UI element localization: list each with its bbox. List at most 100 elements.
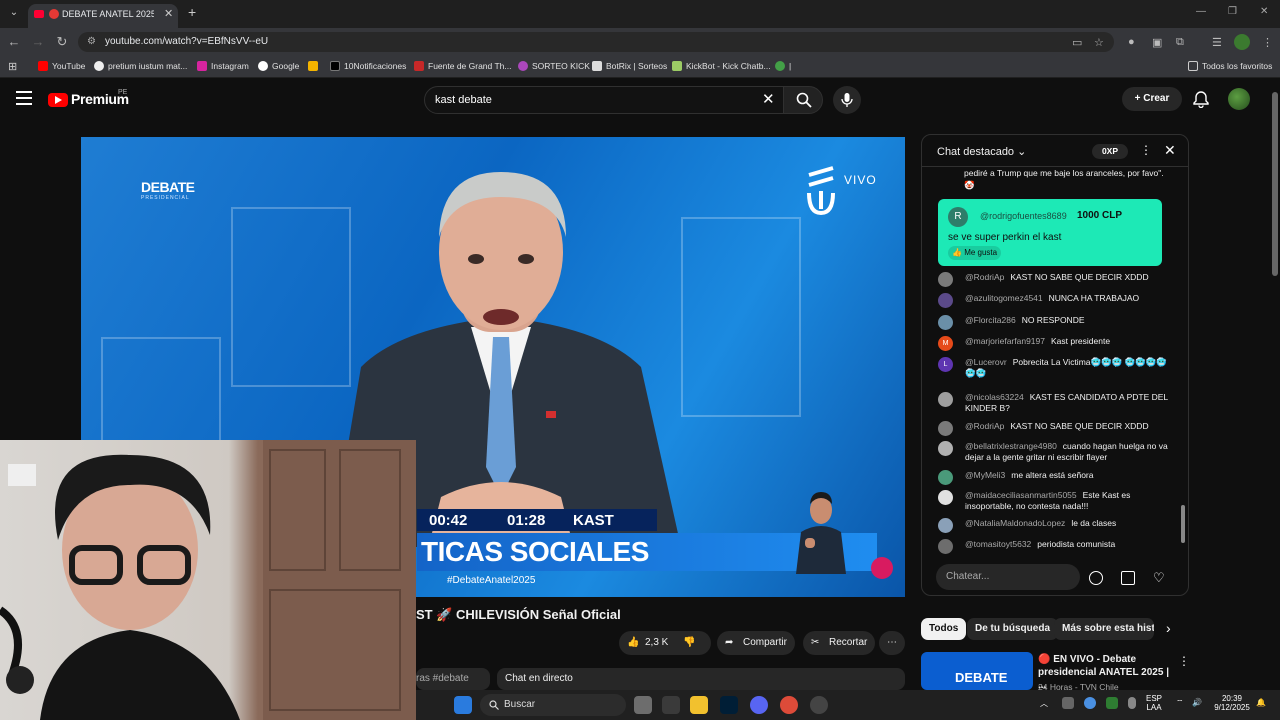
extension-2-icon[interactable]: ▣ <box>1152 36 1162 49</box>
youtube-logo-icon[interactable] <box>48 93 68 107</box>
tray-app-3-icon[interactable] <box>1106 697 1118 709</box>
chat-scrollbar[interactable] <box>1180 171 1186 555</box>
clock[interactable]: 20:39 9/12/2025 <box>1212 694 1252 712</box>
profile-avatar[interactable] <box>1234 34 1250 50</box>
bookmark-10notificaciones[interactable]: 10Notificaciones <box>330 61 406 71</box>
chat-author[interactable]: @azulitogomez4541 <box>965 293 1043 303</box>
more-actions-icon[interactable]: ⋯ <box>879 631 905 655</box>
bookmark-pinwheel[interactable] <box>308 61 322 71</box>
tab-search-icon[interactable]: ⌄ <box>6 5 22 21</box>
chip-mas-sobre[interactable]: Más sobre esta histo <box>1054 618 1154 640</box>
chat-author[interactable]: @MyMeli3 <box>965 470 1005 480</box>
chat-message[interactable]: @NataliaMaldonadoLopez le da clases <box>938 518 1173 533</box>
chat-message[interactable]: L @Lucerovr Pobrecita La Victima🥶🥶🥶 🥶🥶🥶🥶🥶🥶 <box>938 357 1173 379</box>
like-icon[interactable]: 👍 <box>627 631 639 655</box>
window-close-icon[interactable]: ✕ <box>1260 6 1268 17</box>
bookmark-10[interactable]: | <box>775 61 791 71</box>
language-indicator[interactable]: ESP LAA <box>1146 694 1162 712</box>
chat-message[interactable]: @Florcita286 NO RESPONDE <box>938 315 1173 330</box>
back-icon[interactable]: ← <box>6 34 22 49</box>
chat-message[interactable]: M @marjoriefarfan9197 Kast presidente <box>938 336 1173 351</box>
taskbar-search[interactable]: Buscar <box>480 694 626 716</box>
chat-message[interactable]: @nicolas63224 KAST ES CANDIDATO A PDTE DE… <box>938 392 1173 414</box>
chat-author[interactable]: @maidaceciliasanmartin5055 <box>965 490 1077 500</box>
create-button[interactable]: + Crear <box>1122 87 1182 111</box>
volume-icon[interactable]: 🔊 <box>1192 698 1202 707</box>
xp-badge[interactable]: 0XP <box>1092 144 1128 159</box>
maximize-icon[interactable]: ❐ <box>1228 6 1237 17</box>
super-chat-card[interactable]: R @rodrigofuentes8689 1000 CLP se ve sup… <box>938 199 1162 266</box>
chat-input[interactable]: Chatear... <box>936 564 1080 590</box>
search-input[interactable]: kast debate <box>424 86 784 114</box>
chat-author[interactable]: @RodriAp <box>965 272 1004 282</box>
tray-mic-icon[interactable] <box>1128 697 1136 709</box>
chat-author[interactable]: @bellatrixlestrange4980 <box>965 441 1057 451</box>
chip-todos[interactable]: Todos <box>921 618 967 640</box>
apps-grid-icon[interactable]: ⊞ <box>8 60 17 73</box>
tab-close-icon[interactable]: ✕ <box>164 7 173 20</box>
all-bookmarks-folder[interactable]: Todos los favoritos <box>1188 61 1272 71</box>
share-button[interactable]: ➦ Compartir <box>717 631 795 655</box>
chat-author[interactable]: @Florcita286 <box>965 315 1016 325</box>
chevron-right-icon[interactable]: › <box>1166 620 1171 636</box>
live-chat-replay-bar[interactable]: Chat en directo <box>497 668 905 690</box>
super-chat-icon[interactable] <box>1121 571 1135 585</box>
bookmark-pretium[interactable]: pretium iustum mat... <box>94 61 187 71</box>
chat-author[interactable]: @Lucerovr <box>965 357 1007 367</box>
extensions-puzzle-icon[interactable]: ⧉ <box>1176 36 1184 49</box>
task-view-icon[interactable] <box>634 696 652 714</box>
chrome-menu-icon[interactable]: ⋮ <box>1262 36 1273 49</box>
dislike-icon[interactable]: 👎 <box>683 631 695 655</box>
chat-message[interactable]: @RodriAp KAST NO SABE QUE DECIR XDDD <box>938 272 1173 287</box>
bookmark-youtube[interactable]: YouTube <box>38 61 85 71</box>
tray-chevron-icon[interactable]: ︿ <box>1040 698 1048 709</box>
extension-icon[interactable]: ● <box>1128 36 1135 48</box>
wifi-icon[interactable]: ⌔ <box>1176 698 1184 708</box>
chat-message[interactable]: @MyMeli3 me altera está señora <box>938 470 1173 485</box>
chat-author[interactable]: @NataliaMaldonadoLopez <box>965 518 1065 528</box>
taskbar-app-icon[interactable] <box>662 696 680 714</box>
clip-button[interactable]: ✂ Recortar <box>803 631 875 655</box>
search-button[interactable] <box>783 86 823 114</box>
bookmark-botrix[interactable]: BotRix | Sorteos <box>592 61 667 71</box>
tray-app-icon[interactable] <box>1062 697 1074 709</box>
address-bar[interactable]: ⚙ youtube.com/watch?v=EBfNsVV--eU <box>78 32 1114 52</box>
chat-author[interactable]: @tomasitoyt5632 <box>965 539 1031 549</box>
chat-message[interactable]: @RodriAp KAST NO SABE QUE DECIR XDDD <box>938 421 1173 436</box>
new-tab-icon[interactable]: + <box>188 4 196 20</box>
bookmark-kickbot[interactable]: KickBot - Kick Chatb... <box>672 61 771 71</box>
menu-icon[interactable] <box>16 91 32 105</box>
bookmark-instagram[interactable]: Instagram <box>197 61 249 71</box>
recommendation-thumbnail[interactable]: DEBATE <box>921 652 1033 690</box>
super-chat-like-button[interactable]: 👍 Me gusta <box>948 246 1002 260</box>
chat-close-icon[interactable]: ✕ <box>1164 142 1176 159</box>
chat-message[interactable]: @tomasitoyt5632 periodista comunista <box>938 539 1173 554</box>
account-avatar[interactable] <box>1228 88 1250 110</box>
voice-search-button[interactable] <box>833 86 861 114</box>
forward-icon[interactable]: → <box>30 34 46 49</box>
reload-icon[interactable]: ↻ <box>54 34 70 50</box>
photoshop-icon[interactable] <box>720 696 738 714</box>
chat-more-icon[interactable]: ⋮ <box>1140 143 1152 157</box>
chip-de-tu-busqueda[interactable]: De tu búsqueda <box>967 618 1059 640</box>
chat-message[interactable]: @azulitogomez4541 NUNCA HA TRABAJAO <box>938 293 1173 308</box>
description-tags[interactable]: ras #debate <box>416 668 490 690</box>
bookmark-star-icon[interactable]: ☆ <box>1094 36 1104 49</box>
chat-author[interactable]: @marjoriefarfan9197 <box>965 336 1045 346</box>
like-count[interactable]: 2,3 K <box>645 631 668 655</box>
chat-author[interactable]: @RodriAp <box>965 421 1004 431</box>
cast-icon[interactable]: ▭ <box>1072 36 1082 49</box>
tray-app-2-icon[interactable] <box>1084 697 1096 709</box>
chrome-icon[interactable] <box>780 696 798 714</box>
search-clear-icon[interactable]: ✕ <box>762 90 775 108</box>
chat-message[interactable]: @bellatrixlestrange4980 cuando hagan huel… <box>938 441 1173 463</box>
recommendation-more-icon[interactable]: ⋮ <box>1178 654 1190 668</box>
notification-center-icon[interactable]: 🔔 <box>1256 698 1266 707</box>
emoji-icon[interactable] <box>1089 571 1103 585</box>
chat-mode-dropdown[interactable]: Chat destacado ⌄ <box>937 145 1026 158</box>
windows-start-icon[interactable] <box>454 696 472 714</box>
obs-icon[interactable] <box>810 696 828 714</box>
minimize-icon[interactable]: — <box>1196 6 1206 17</box>
bookmark-google[interactable]: Google <box>258 61 299 71</box>
tab-active[interactable]: DEBATE ANATEL 2025 🎉 E ✕ <box>28 4 178 28</box>
